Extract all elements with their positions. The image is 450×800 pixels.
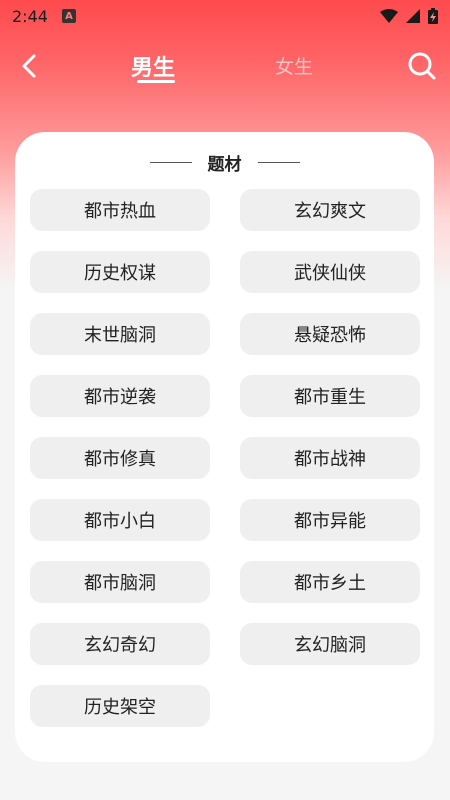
genre-button[interactable]: 武侠仙侠: [240, 251, 420, 293]
genre-button[interactable]: 玄幻爽文: [240, 189, 420, 231]
status-bar: 2:44 A: [0, 0, 450, 32]
tab-male[interactable]: 男生: [131, 50, 175, 82]
tab-selected-indicator: [137, 80, 175, 83]
card-title: 题材: [207, 154, 242, 175]
genre-button[interactable]: 历史权谋: [30, 251, 210, 293]
cell-signal-icon: [406, 9, 420, 23]
genre-button[interactable]: 都市修真: [30, 437, 210, 479]
tab-female[interactable]: 女生: [275, 52, 313, 79]
genre-button[interactable]: 都市乡土: [240, 561, 420, 603]
genre-button[interactable]: 都市重生: [240, 375, 420, 417]
genre-button[interactable]: 悬疑恐怖: [240, 313, 420, 355]
back-icon[interactable]: [16, 52, 44, 80]
genre-button[interactable]: 玄幻脑洞: [240, 623, 420, 665]
genre-button[interactable]: 都市小白: [30, 499, 210, 541]
genre-button[interactable]: 都市逆袭: [30, 375, 210, 417]
status-icons: [380, 8, 438, 24]
genre-button[interactable]: 历史架空: [30, 685, 210, 727]
genre-button[interactable]: 玄幻奇幻: [30, 623, 210, 665]
status-time: 2:44: [12, 6, 48, 26]
divider-left: [149, 161, 192, 163]
divider-right: [257, 161, 300, 163]
genre-button[interactable]: 都市战神: [240, 437, 420, 479]
genre-button[interactable]: 都市脑洞: [30, 561, 210, 603]
genre-button[interactable]: 都市异能: [240, 499, 420, 541]
wifi-icon: [380, 9, 398, 23]
search-icon[interactable]: [406, 50, 438, 82]
battery-charging-icon: [428, 8, 438, 24]
notification-icon: A: [61, 9, 76, 23]
genre-card: 题材 都市热血 玄幻爽文 历史权谋 武侠仙侠 末世脑洞 悬疑恐怖 都市逆袭 都市…: [15, 132, 434, 762]
genre-button[interactable]: 都市热血: [30, 189, 210, 231]
genre-grid: 都市热血 玄幻爽文 历史权谋 武侠仙侠 末世脑洞 悬疑恐怖 都市逆袭 都市重生 …: [30, 189, 420, 727]
genre-button[interactable]: 末世脑洞: [30, 313, 210, 355]
card-header: 题材: [15, 150, 434, 175]
top-navigation: 男生 女生: [0, 40, 450, 96]
